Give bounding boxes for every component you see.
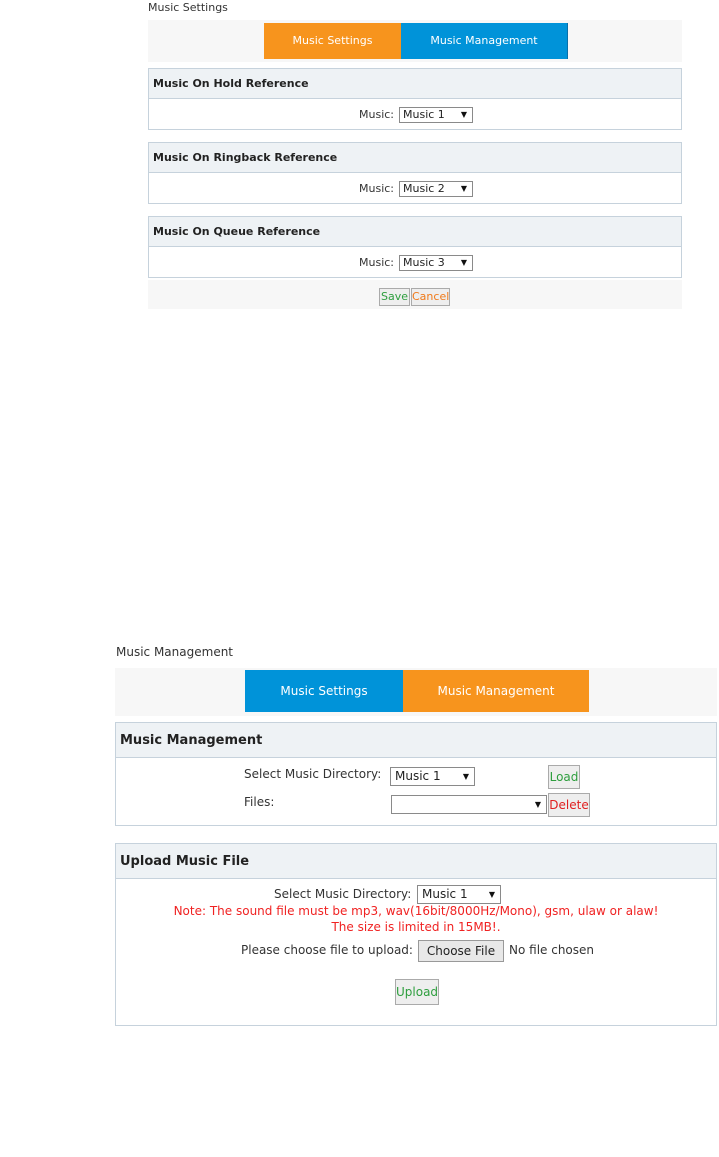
- section-header: Music Management: [116, 723, 716, 758]
- tab-music-management[interactable]: Music Management: [401, 23, 568, 59]
- select-value: Music 1: [403, 108, 445, 121]
- music-row: Music: Music 3 ▼: [149, 248, 681, 278]
- load-button[interactable]: Load: [548, 765, 580, 789]
- choose-file-button[interactable]: Choose File: [418, 940, 504, 962]
- music-label: Music:: [359, 182, 395, 195]
- select-value: Music 1: [395, 769, 441, 783]
- music-on-ringback-select[interactable]: Music 2 ▼: [399, 181, 473, 197]
- tab-music-settings[interactable]: Music Settings: [245, 670, 403, 712]
- size-note: The size is limited in 15MB!.: [331, 920, 501, 934]
- upload-button[interactable]: Upload: [395, 979, 439, 1005]
- tab-music-management[interactable]: Music Management: [403, 670, 589, 712]
- music-on-queue-section: Music On Queue Reference Music: Music 3 …: [148, 216, 682, 278]
- dropdown-arrow-icon: ▼: [460, 110, 467, 119]
- dropdown-arrow-icon: ▼: [488, 890, 495, 899]
- section-header: Music On Ringback Reference: [149, 143, 681, 173]
- files-select[interactable]: ▼: [391, 795, 547, 814]
- music-on-ringback-section: Music On Ringback Reference Music: Music…: [148, 142, 682, 204]
- cancel-button[interactable]: Cancel: [411, 288, 450, 306]
- music-label: Music:: [359, 256, 395, 269]
- music-on-hold-select[interactable]: Music 1 ▼: [399, 107, 473, 123]
- save-button[interactable]: Save: [379, 288, 410, 306]
- dropdown-arrow-icon: ▼: [460, 258, 467, 267]
- section-header: Music On Queue Reference: [149, 217, 681, 247]
- files-label: Files:: [244, 795, 275, 809]
- music-row: Music: Music 2 ▼: [149, 174, 681, 204]
- section-header: Music On Hold Reference: [149, 69, 681, 99]
- music-management-panel: Music Management Music Settings Music Ma…: [115, 640, 719, 1040]
- upload-directory-select[interactable]: Music 1 ▼: [417, 885, 501, 904]
- select-directory-label: Select Music Directory:: [244, 767, 382, 781]
- music-management-section: Music Management Select Music Directory:…: [115, 722, 717, 826]
- select-directory-label: Select Music Directory:: [274, 887, 412, 901]
- select-value: Music 1: [422, 887, 468, 901]
- upload-music-file-section: Upload Music File Select Music Directory…: [115, 843, 717, 1026]
- music-on-hold-section: Music On Hold Reference Music: Music 1 ▼: [148, 68, 682, 130]
- choose-file-label: Please choose file to upload:: [241, 943, 413, 957]
- format-note: Note: The sound file must be mp3, wav(16…: [173, 904, 659, 918]
- page-title: Music Settings: [148, 1, 228, 14]
- music-directory-select[interactable]: Music 1 ▼: [390, 767, 475, 786]
- music-settings-panel: Music Settings Music Settings Music Mana…: [148, 0, 682, 309]
- dropdown-arrow-icon: ▼: [534, 800, 541, 809]
- music-row: Music: Music 1 ▼: [149, 100, 681, 130]
- page-title: Music Management: [116, 645, 234, 659]
- music-label: Music:: [359, 108, 395, 121]
- select-value: Music 3: [403, 256, 445, 269]
- dropdown-arrow-icon: ▼: [462, 772, 469, 781]
- music-on-queue-select[interactable]: Music 3 ▼: [399, 255, 473, 271]
- delete-button[interactable]: Delete: [548, 793, 590, 817]
- section-header: Upload Music File: [116, 844, 716, 879]
- no-file-chosen-text: No file chosen: [509, 943, 595, 957]
- dropdown-arrow-icon: ▼: [460, 184, 467, 193]
- tab-music-settings[interactable]: Music Settings: [264, 23, 401, 59]
- select-value: Music 2: [403, 182, 445, 195]
